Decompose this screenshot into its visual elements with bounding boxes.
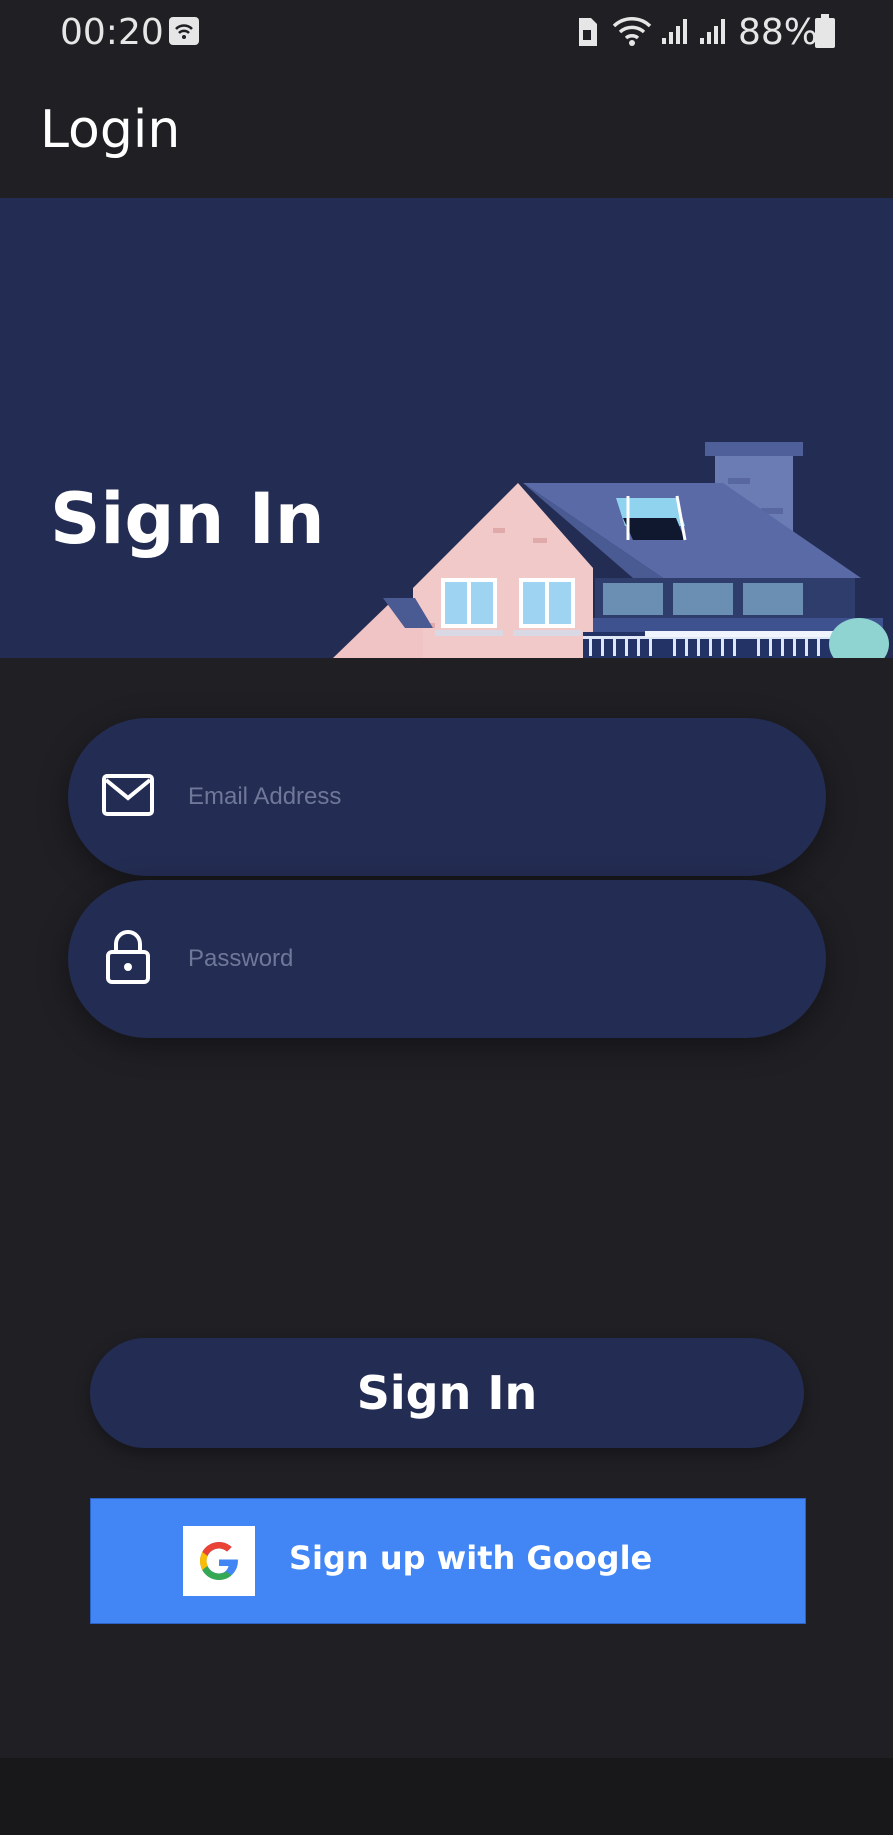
- mail-icon: [102, 774, 154, 821]
- email-input[interactable]: [186, 768, 770, 826]
- system-nav-bar: [0, 1758, 893, 1835]
- lock-icon: [106, 930, 150, 989]
- signal-icon: [660, 16, 690, 51]
- battery-icon: [814, 14, 836, 53]
- google-logo: [183, 1526, 255, 1596]
- status-time: 00:20: [60, 12, 164, 53]
- google-signup-button[interactable]: Sign up with Google: [90, 1498, 806, 1624]
- sim-icon: [575, 16, 599, 53]
- hotspot-icon: [168, 16, 200, 51]
- sign-in-button[interactable]: Sign In: [90, 1338, 804, 1448]
- battery-percent: 88%: [738, 12, 819, 53]
- email-field[interactable]: [68, 718, 826, 876]
- hero-banner: Sign In: [0, 198, 893, 658]
- status-bar: 00:20 88%: [0, 0, 893, 64]
- page-title: Login: [40, 100, 181, 160]
- google-button-label: Sign up with Google: [289, 1539, 653, 1577]
- password-field[interactable]: [68, 880, 826, 1038]
- app-bar: Login: [0, 64, 893, 198]
- wifi-icon: [612, 14, 652, 53]
- password-input[interactable]: [186, 930, 770, 988]
- signal-icon: [698, 16, 728, 51]
- house-illustration: [333, 442, 889, 658]
- google-g-icon: [200, 1542, 238, 1580]
- hero-title: Sign In: [50, 478, 325, 560]
